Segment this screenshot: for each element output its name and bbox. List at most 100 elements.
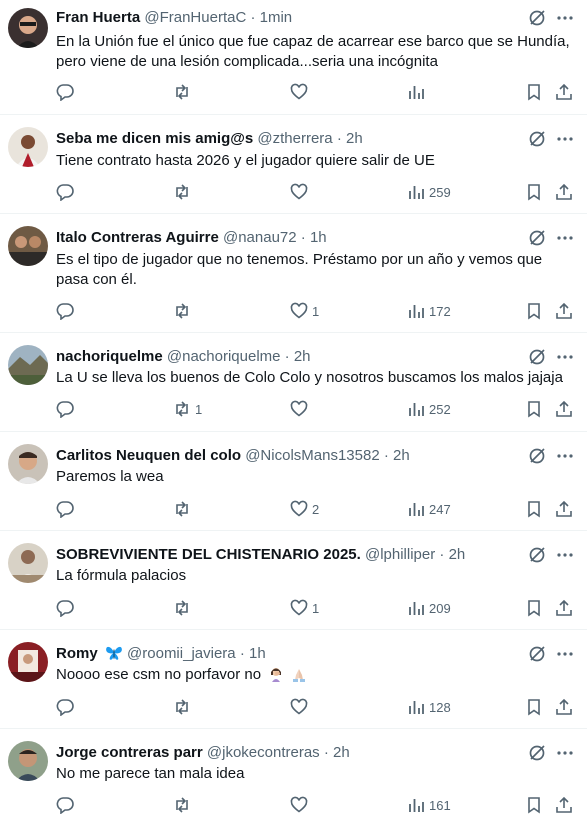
timestamp[interactable]: 1h [249, 645, 266, 662]
author-handle[interactable]: @ztherrera [257, 130, 332, 147]
tweet[interactable]: Romy @roomii_javiera · 1h Noooo ese csm … [0, 630, 587, 729]
reply-button[interactable] [56, 301, 78, 321]
bookmark-button[interactable] [525, 795, 543, 815]
grok-icon[interactable] [528, 447, 546, 465]
grok-icon[interactable] [528, 546, 546, 564]
author-handle[interactable]: @NicolsMans13582 [245, 447, 379, 464]
more-icon[interactable] [556, 9, 574, 27]
avatar[interactable] [8, 226, 48, 266]
retweet-button[interactable] [173, 499, 195, 519]
like-button[interactable]: 2 [290, 499, 319, 519]
more-icon[interactable] [556, 744, 574, 762]
more-icon[interactable] [556, 229, 574, 247]
more-icon[interactable] [556, 645, 574, 663]
timestamp[interactable]: 2h [449, 546, 466, 563]
bookmark-button[interactable] [525, 598, 543, 618]
timestamp[interactable]: 2h [333, 744, 350, 761]
reply-button[interactable] [56, 82, 78, 102]
share-button[interactable] [555, 795, 573, 815]
tweet[interactable]: Italo Contreras Aguirre @nanau72 · 1h Es… [0, 214, 587, 333]
avatar[interactable] [8, 543, 48, 583]
bookmark-button[interactable] [525, 182, 543, 202]
reply-button[interactable] [56, 399, 78, 419]
grok-icon[interactable] [528, 744, 546, 762]
tweet[interactable]: Seba me dicen mis amig@s @ztherrera · 2h… [0, 115, 587, 214]
avatar[interactable] [8, 642, 48, 682]
timestamp[interactable]: 1h [310, 229, 327, 246]
author-name[interactable]: SOBREVIVIENTE DEL CHISTENARIO 2025. [56, 546, 361, 563]
views-button[interactable]: 247 [407, 499, 451, 519]
tweet[interactable]: nachoriquelme @nachoriquelme · 2h La U s… [0, 333, 587, 432]
like-button[interactable] [290, 795, 312, 815]
bookmark-button[interactable] [525, 499, 543, 519]
retweet-button[interactable] [173, 697, 195, 717]
retweet-button[interactable] [173, 795, 195, 815]
like-button[interactable]: 1 [290, 301, 319, 321]
tweet[interactable]: Carlitos Neuquen del colo @NicolsMans135… [0, 432, 587, 531]
grok-icon[interactable] [528, 229, 546, 247]
author-name[interactable]: Seba me dicen mis amig@s [56, 130, 253, 147]
more-icon[interactable] [556, 546, 574, 564]
grok-icon[interactable] [528, 645, 546, 663]
bookmark-button[interactable] [525, 82, 543, 102]
tweet[interactable]: SOBREVIVIENTE DEL CHISTENARIO 2025. @lph… [0, 531, 587, 630]
avatar[interactable] [8, 444, 48, 484]
avatar[interactable] [8, 127, 48, 167]
views-button[interactable]: 128 [407, 697, 451, 717]
share-button[interactable] [555, 499, 573, 519]
author-name[interactable]: Romy [56, 645, 98, 662]
share-button[interactable] [555, 598, 573, 618]
more-icon[interactable] [556, 348, 574, 366]
reply-button[interactable] [56, 499, 78, 519]
author-name[interactable]: Carlitos Neuquen del colo [56, 447, 241, 464]
views-button[interactable]: 161 [407, 795, 451, 815]
author-name[interactable]: Jorge contreras parr [56, 744, 203, 761]
views-button[interactable]: 209 [407, 598, 451, 618]
share-button[interactable] [555, 301, 573, 321]
views-button[interactable]: 252 [407, 399, 451, 419]
grok-icon[interactable] [528, 9, 546, 27]
share-button[interactable] [555, 182, 573, 202]
like-button[interactable]: 1 [290, 598, 319, 618]
reply-button[interactable] [56, 598, 78, 618]
avatar[interactable] [8, 741, 48, 781]
tweet[interactable]: Fran Huerta @FranHuertaC · 1min En la Un… [0, 0, 587, 115]
retweet-button[interactable]: 1 [173, 399, 202, 419]
timestamp[interactable]: 1min [260, 9, 293, 26]
retweet-button[interactable] [173, 82, 195, 102]
reply-button[interactable] [56, 182, 78, 202]
more-icon[interactable] [556, 130, 574, 148]
timestamp[interactable]: 2h [294, 348, 311, 365]
reply-button[interactable] [56, 697, 78, 717]
views-button[interactable]: 172 [407, 301, 451, 321]
avatar[interactable] [8, 345, 48, 385]
author-handle[interactable]: @nanau72 [223, 229, 297, 246]
avatar[interactable] [8, 8, 48, 48]
grok-icon[interactable] [528, 348, 546, 366]
retweet-button[interactable] [173, 598, 195, 618]
bookmark-button[interactable] [525, 399, 543, 419]
author-name[interactable]: nachoriquelme [56, 348, 163, 365]
author-handle[interactable]: @FranHuertaC [144, 9, 246, 26]
author-handle[interactable]: @nachoriquelme [167, 348, 281, 365]
author-handle[interactable]: @jkokecontreras [207, 744, 320, 761]
like-button[interactable] [290, 399, 312, 419]
retweet-button[interactable] [173, 182, 195, 202]
reply-button[interactable] [56, 795, 78, 815]
views-button[interactable]: 259 [407, 182, 451, 202]
share-button[interactable] [555, 399, 573, 419]
like-button[interactable] [290, 697, 312, 717]
share-button[interactable] [555, 82, 573, 102]
author-handle[interactable]: @lphilliper [365, 546, 435, 563]
bookmark-button[interactable] [525, 301, 543, 321]
grok-icon[interactable] [528, 130, 546, 148]
tweet[interactable]: Jorge contreras parr @jkokecontreras · 2… [0, 729, 587, 818]
author-name[interactable]: Fran Huerta [56, 9, 140, 26]
author-handle[interactable]: @roomii_javiera [127, 645, 236, 662]
bookmark-button[interactable] [525, 697, 543, 717]
timestamp[interactable]: 2h [346, 130, 363, 147]
more-icon[interactable] [556, 447, 574, 465]
retweet-button[interactable] [173, 301, 195, 321]
share-button[interactable] [555, 697, 573, 717]
like-button[interactable] [290, 182, 312, 202]
